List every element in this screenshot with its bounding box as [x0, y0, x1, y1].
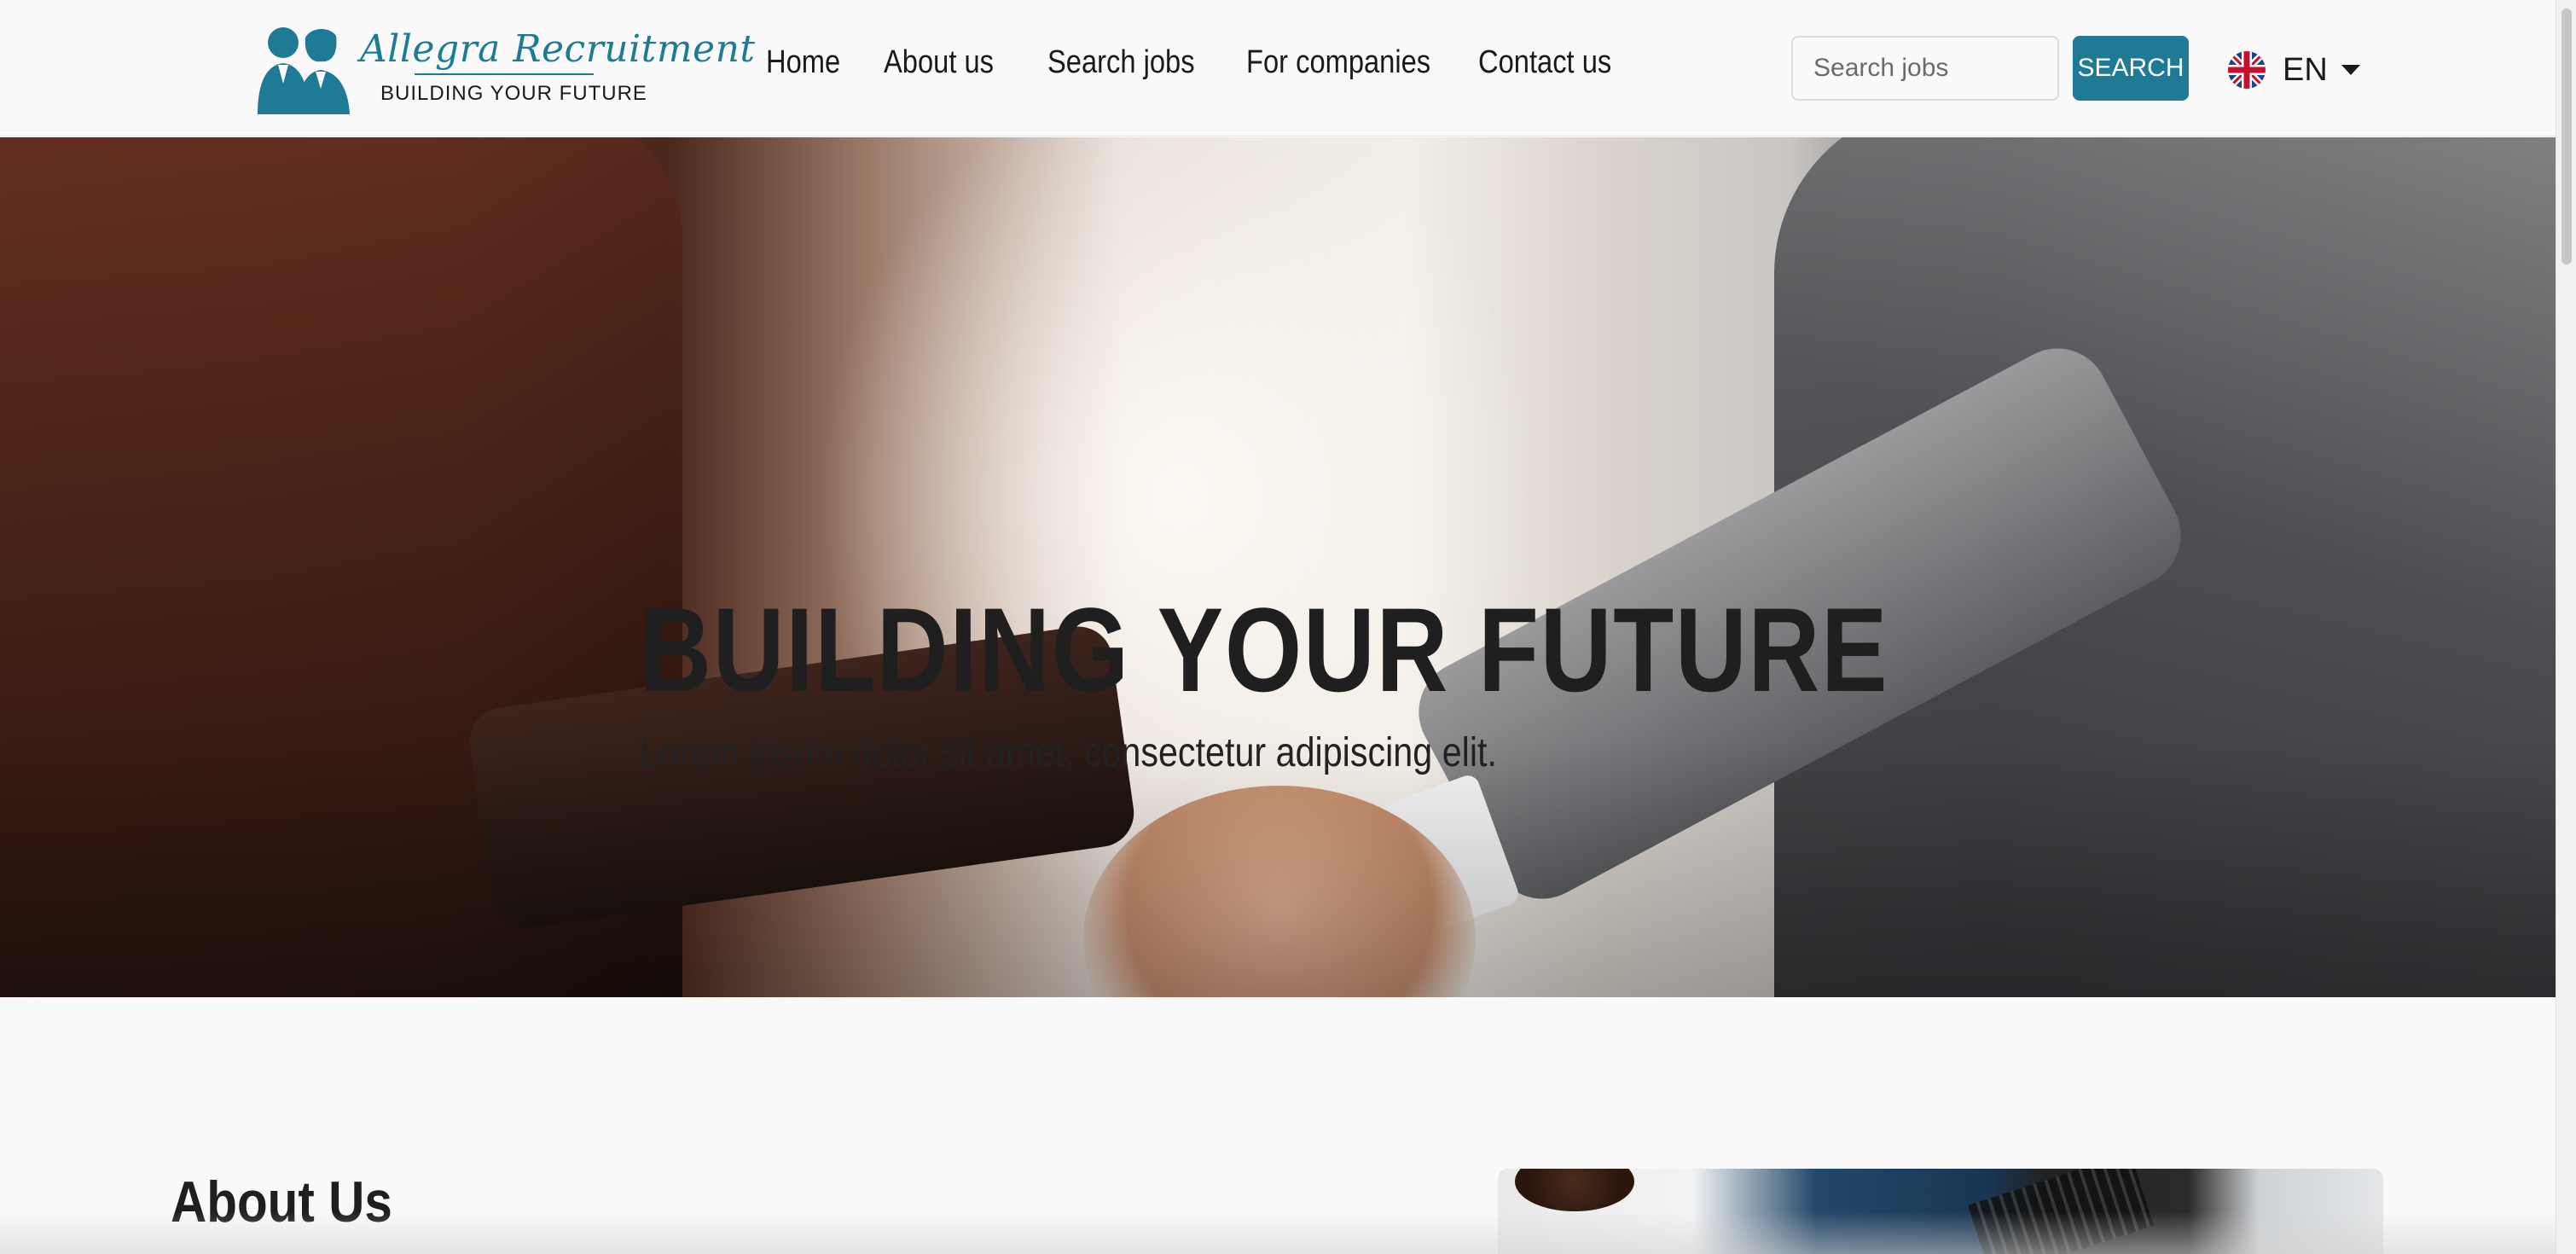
- logo-people-icon: [258, 27, 350, 114]
- language-code: EN: [2283, 51, 2328, 88]
- hero-overlay: [0, 137, 2556, 997]
- search-input[interactable]: [1791, 36, 2059, 101]
- brand-tagline: BUILDING YOUR FUTURE: [380, 82, 647, 105]
- brand-divider: [415, 73, 594, 75]
- brand-logo[interactable]: Allegra Recruitment BUILDING YOUR FUTURE: [252, 20, 755, 114]
- nav-item-about-us[interactable]: About us: [884, 44, 994, 81]
- about-image: [1498, 1169, 2383, 1254]
- page-scrollbar[interactable]: [2556, 0, 2576, 1254]
- about-image-hair: [1515, 1169, 1634, 1211]
- search-button[interactable]: SEARCH: [2073, 36, 2189, 101]
- scrollbar-thumb[interactable]: [2561, 9, 2572, 264]
- hero-banner: BUILDING YOUR FUTURE Lorem ipsum dolor s…: [0, 137, 2556, 997]
- language-selector[interactable]: EN: [2228, 48, 2360, 92]
- nav-item-contact-us[interactable]: Contact us: [1478, 44, 1611, 81]
- uk-flag-icon: [2228, 51, 2266, 89]
- about-image-keyboard: [1967, 1169, 2155, 1254]
- hero-subtitle: Lorem ipsum dolor sit amet, consectetur …: [640, 730, 1497, 775]
- chevron-down-icon: [2341, 65, 2360, 75]
- brand-name: Allegra Recruitment: [360, 27, 756, 71]
- nav-item-for-companies[interactable]: For companies: [1246, 44, 1430, 81]
- hero-title: BUILDING YOUR FUTURE: [640, 583, 1889, 717]
- nav-item-home[interactable]: Home: [766, 44, 840, 81]
- about-heading: About Us: [171, 1170, 392, 1234]
- nav-item-search-jobs[interactable]: Search jobs: [1047, 44, 1195, 81]
- site-header: Allegra Recruitment BUILDING YOUR FUTURE…: [0, 0, 2556, 136]
